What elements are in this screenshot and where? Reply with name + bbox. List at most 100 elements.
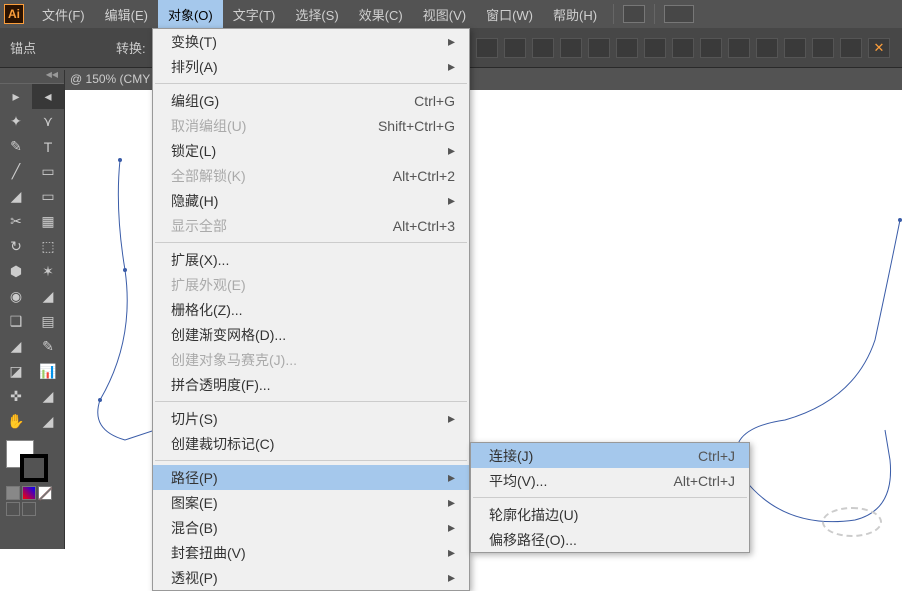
tool-button[interactable]: ⋎ (32, 109, 64, 134)
align-icon[interactable] (532, 38, 554, 58)
separator (654, 4, 655, 24)
menu-item[interactable]: 轮廓化描边(U) (471, 502, 749, 527)
mode-icon[interactable] (6, 486, 20, 500)
tool-button[interactable]: 📊 (32, 359, 64, 384)
align-icon[interactable] (672, 38, 694, 58)
menu-separator (473, 497, 747, 498)
panel-handle[interactable] (0, 70, 64, 84)
align-icon[interactable] (560, 38, 582, 58)
menu-item[interactable]: 透视(P) ▸ (153, 565, 469, 590)
align-icon[interactable] (588, 38, 610, 58)
menu-item[interactable]: 连接(J)Ctrl+J (471, 443, 749, 468)
tool-button[interactable]: ✋ (0, 409, 32, 434)
mode-icon[interactable] (38, 486, 52, 500)
tool-button[interactable]: ◪ (0, 359, 32, 384)
tool-button[interactable]: ✦ (0, 109, 32, 134)
menu-shortcut: Shift+Ctrl+G (378, 118, 455, 134)
submenu-arrow-icon: ▸ (448, 494, 455, 511)
bridge-icon[interactable] (623, 5, 645, 23)
tool-button[interactable]: ❑ (0, 309, 32, 334)
tool-button[interactable]: ✜ (0, 384, 32, 409)
tool-button[interactable]: ✎ (32, 334, 64, 359)
menu-item[interactable]: 编组(G)Ctrl+G (153, 88, 469, 113)
align-icon[interactable] (644, 38, 666, 58)
menu-效果[interactable]: 效果(C) (349, 0, 413, 29)
menu-bar: Ai 文件(F)编辑(E)对象(O)文字(T)选择(S)效果(C)视图(V)窗口… (0, 0, 902, 28)
menu-shortcut: Alt+Ctrl+3 (393, 218, 455, 234)
menu-item-label: 轮廓化描边(U) (489, 505, 735, 525)
tool-button[interactable]: ▭ (32, 159, 64, 184)
tool-button[interactable]: ✂ (0, 209, 32, 234)
menu-编辑[interactable]: 编辑(E) (95, 0, 158, 29)
tool-button[interactable]: ↻ (0, 234, 32, 259)
submenu-arrow-icon: ▸ (448, 192, 455, 209)
watermark (822, 507, 882, 537)
menu-文件[interactable]: 文件(F) (32, 0, 95, 29)
tool-button[interactable]: ◢ (32, 409, 64, 434)
align-icon[interactable] (756, 38, 778, 58)
stroke-color[interactable] (20, 454, 48, 482)
tool-button[interactable]: ◢ (0, 184, 32, 209)
tool-button[interactable]: ⬚ (32, 234, 64, 259)
menu-选择[interactable]: 选择(S) (285, 0, 348, 29)
app-logo: Ai (4, 4, 24, 24)
mode-icon[interactable] (6, 502, 20, 516)
tool-button[interactable]: ▭ (32, 184, 64, 209)
menu-item[interactable]: 变换(T)▸ (153, 29, 469, 54)
x-icon[interactable]: ✕ (868, 38, 890, 58)
tool-button[interactable]: ▸ (0, 84, 32, 109)
menu-item[interactable]: 拼合透明度(F)... (153, 372, 469, 397)
tool-button[interactable]: ⬢ (0, 259, 32, 284)
menu-item[interactable]: 创建裁切标记(C) (153, 431, 469, 456)
mode-icon[interactable] (22, 502, 36, 516)
tool-button[interactable]: ✎ (0, 134, 32, 159)
menu-item: 显示全部Alt+Ctrl+3 (153, 213, 469, 238)
menu-对象[interactable]: 对象(O) (158, 0, 223, 29)
mode-icon[interactable] (22, 486, 36, 500)
tool-button[interactable]: ◉ (0, 284, 32, 309)
tool-button[interactable]: ◢ (0, 334, 32, 359)
menu-item[interactable]: 隐藏(H)▸ (153, 188, 469, 213)
menu-item[interactable]: 封套扭曲(V)▸ (153, 540, 469, 565)
layout-icon[interactable] (664, 5, 694, 23)
separator (613, 4, 614, 24)
menu-帮助[interactable]: 帮助(H) (543, 0, 607, 29)
submenu-arrow-icon: ▸ (448, 58, 455, 75)
menu-separator (155, 401, 467, 402)
menu-item[interactable]: 混合(B)▸ (153, 515, 469, 540)
menu-item[interactable]: 锁定(L)▸ (153, 138, 469, 163)
tool-button[interactable]: ◢ (32, 384, 64, 409)
menu-item[interactable]: 路径(P)▸ (153, 465, 469, 490)
menu-item[interactable]: 栅格化(Z)... (153, 297, 469, 322)
document-tab[interactable]: @ 150% (CMY (70, 72, 150, 86)
menu-item[interactable]: 图案(E)▸ (153, 490, 469, 515)
align-icon[interactable] (616, 38, 638, 58)
menu-item[interactable]: 偏移路径(O)... (471, 527, 749, 552)
align-icon[interactable] (728, 38, 750, 58)
menu-item[interactable]: 平均(V)...Alt+Ctrl+J (471, 468, 749, 493)
menu-item[interactable]: 创建渐变网格(D)... (153, 322, 469, 347)
tool-button[interactable]: ◢ (32, 284, 64, 309)
align-icon[interactable] (504, 38, 526, 58)
menu-item[interactable]: 扩展(X)... (153, 247, 469, 272)
align-icon[interactable] (700, 38, 722, 58)
menu-item[interactable]: 排列(A)▸ (153, 54, 469, 79)
menu-视图[interactable]: 视图(V) (413, 0, 476, 29)
menu-item-label: 透视(P) (171, 568, 428, 588)
tool-button[interactable]: ◂ (32, 84, 64, 109)
submenu-arrow-icon: ▸ (448, 569, 455, 586)
menu-窗口[interactable]: 窗口(W) (476, 0, 543, 29)
menu-item[interactable]: 切片(S)▸ (153, 406, 469, 431)
align-icon[interactable] (812, 38, 834, 58)
tool-button[interactable]: ▤ (32, 309, 64, 334)
menu-item: 取消编组(U)Shift+Ctrl+G (153, 113, 469, 138)
tool-button[interactable]: ╱ (0, 159, 32, 184)
color-swatch[interactable] (6, 440, 46, 480)
tool-button[interactable]: ✶ (32, 259, 64, 284)
tool-button[interactable]: ▦ (32, 209, 64, 234)
align-icon[interactable] (476, 38, 498, 58)
align-icon[interactable] (840, 38, 862, 58)
align-icon[interactable] (784, 38, 806, 58)
tool-button[interactable]: T (32, 134, 64, 159)
menu-文字[interactable]: 文字(T) (223, 0, 286, 29)
